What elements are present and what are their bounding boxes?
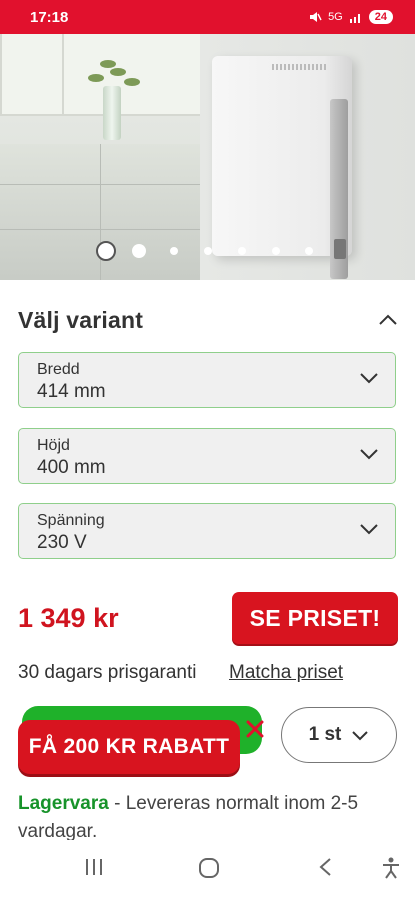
home-icon[interactable] bbox=[197, 856, 221, 880]
gallery-dot[interactable] bbox=[170, 247, 178, 255]
gallery-dot[interactable] bbox=[238, 247, 246, 255]
product-price: 1 349 kr bbox=[18, 603, 119, 633]
status-bar: 17:18 5G 24 bbox=[0, 0, 415, 34]
stock-status: Lagervara - Levereras normalt inom 2-5 v… bbox=[18, 790, 398, 846]
see-price-button[interactable]: SE PRISET! bbox=[232, 592, 398, 644]
system-nav-bar bbox=[0, 840, 415, 900]
quantity-value: 1 st bbox=[308, 724, 342, 745]
product-image-gallery[interactable] bbox=[0, 34, 415, 280]
back-icon[interactable] bbox=[316, 856, 336, 878]
chevron-down-icon bbox=[360, 524, 378, 535]
discount-promo[interactable]: FÅ 200 KR RABATT bbox=[18, 706, 264, 774]
status-icons: 5G 24 bbox=[308, 10, 393, 24]
variant-select-bredd[interactable]: Bredd 414 mm bbox=[18, 352, 396, 408]
recent-apps-icon[interactable] bbox=[83, 856, 105, 878]
chevron-down-icon bbox=[360, 373, 378, 384]
match-price-link[interactable]: Matcha priset bbox=[229, 662, 343, 684]
close-icon[interactable] bbox=[242, 716, 268, 742]
accessibility-icon[interactable] bbox=[380, 856, 402, 880]
signal-icon bbox=[349, 14, 360, 23]
plant-vase bbox=[103, 86, 121, 140]
gallery-dot[interactable] bbox=[305, 247, 313, 255]
battery-badge: 24 bbox=[368, 10, 393, 24]
variant-label: Spänning bbox=[37, 512, 105, 529]
discount-button[interactable]: FÅ 200 KR RABATT bbox=[18, 720, 240, 774]
variant-select-spanning[interactable]: Spänning 230 V bbox=[18, 503, 396, 559]
status-time: 17:18 bbox=[30, 8, 69, 26]
variant-section-header[interactable]: Välj variant bbox=[18, 300, 398, 340]
chevron-down-icon bbox=[352, 730, 369, 740]
quantity-select[interactable]: 1 st bbox=[281, 707, 397, 763]
variant-label: Bredd bbox=[37, 361, 80, 378]
variant-label: Höjd bbox=[37, 437, 70, 454]
chevron-down-icon bbox=[360, 449, 378, 460]
price-guarantee-text: 30 dagars prisgaranti bbox=[18, 662, 197, 683]
variant-value: 230 V bbox=[37, 532, 87, 553]
mute-icon bbox=[310, 12, 322, 22]
network-label: 5G bbox=[328, 11, 343, 23]
gallery-dot-active[interactable] bbox=[96, 241, 116, 261]
variant-value: 414 mm bbox=[37, 381, 106, 402]
heater-thermostat bbox=[334, 239, 346, 259]
chevron-up-icon[interactable] bbox=[378, 314, 398, 326]
gallery-dot[interactable] bbox=[204, 247, 212, 255]
variant-select-hojd[interactable]: Höjd 400 mm bbox=[18, 428, 396, 484]
variant-section-title: Välj variant bbox=[18, 306, 144, 333]
variant-value: 400 mm bbox=[37, 457, 106, 478]
stock-label: Lagervara bbox=[18, 793, 109, 814]
gallery-dot[interactable] bbox=[272, 247, 280, 255]
gallery-dot[interactable] bbox=[132, 244, 146, 258]
